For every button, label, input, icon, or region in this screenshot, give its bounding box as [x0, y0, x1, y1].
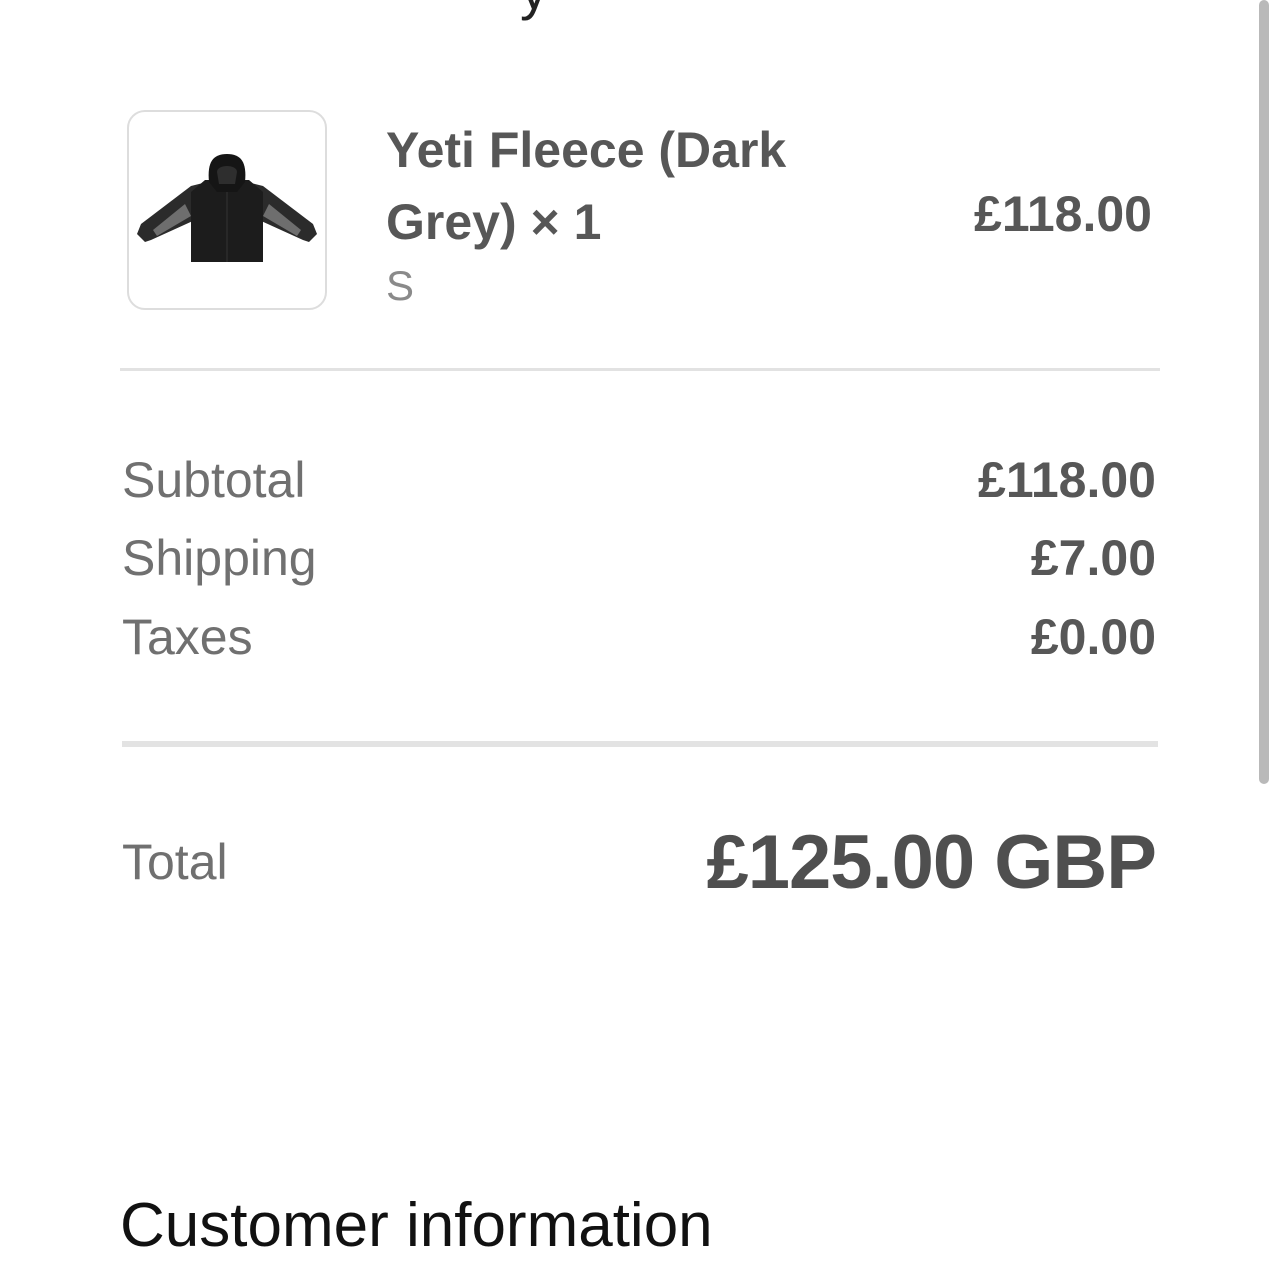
total-label: Total [122, 834, 228, 890]
subtotal-value: £118.00 [978, 452, 1156, 508]
scrollbar[interactable] [1259, 0, 1269, 784]
summary-row-shipping: Shipping £7.00 [122, 528, 1156, 588]
total-divider [122, 741, 1158, 747]
subtotal-label: Subtotal [122, 452, 306, 508]
shipping-value: £7.00 [1030, 530, 1156, 586]
product-variant: S [386, 262, 415, 309]
jacket-icon [137, 154, 317, 262]
order-line-item: Yeti Fleece (Dark Grey) × 1 S £118.00 [120, 108, 1160, 316]
product-thumbnail [127, 110, 327, 310]
summary-row-subtotal: Subtotal £118.00 [122, 450, 1156, 510]
summary-row-taxes: Taxes £0.00 [122, 607, 1156, 667]
order-summary-heading-fragment: y [520, 0, 548, 18]
divider [120, 368, 1160, 371]
product-price: £118.00 [974, 186, 1152, 242]
product-name: Yeti Fleece (Dark Grey) × 1 [386, 122, 787, 250]
taxes-value: £0.00 [1030, 609, 1156, 665]
taxes-label: Taxes [122, 609, 253, 665]
total-value: £125.00 GBP [706, 820, 1157, 905]
shipping-label: Shipping [122, 530, 317, 586]
customer-information-heading: Customer information [120, 1191, 713, 1260]
